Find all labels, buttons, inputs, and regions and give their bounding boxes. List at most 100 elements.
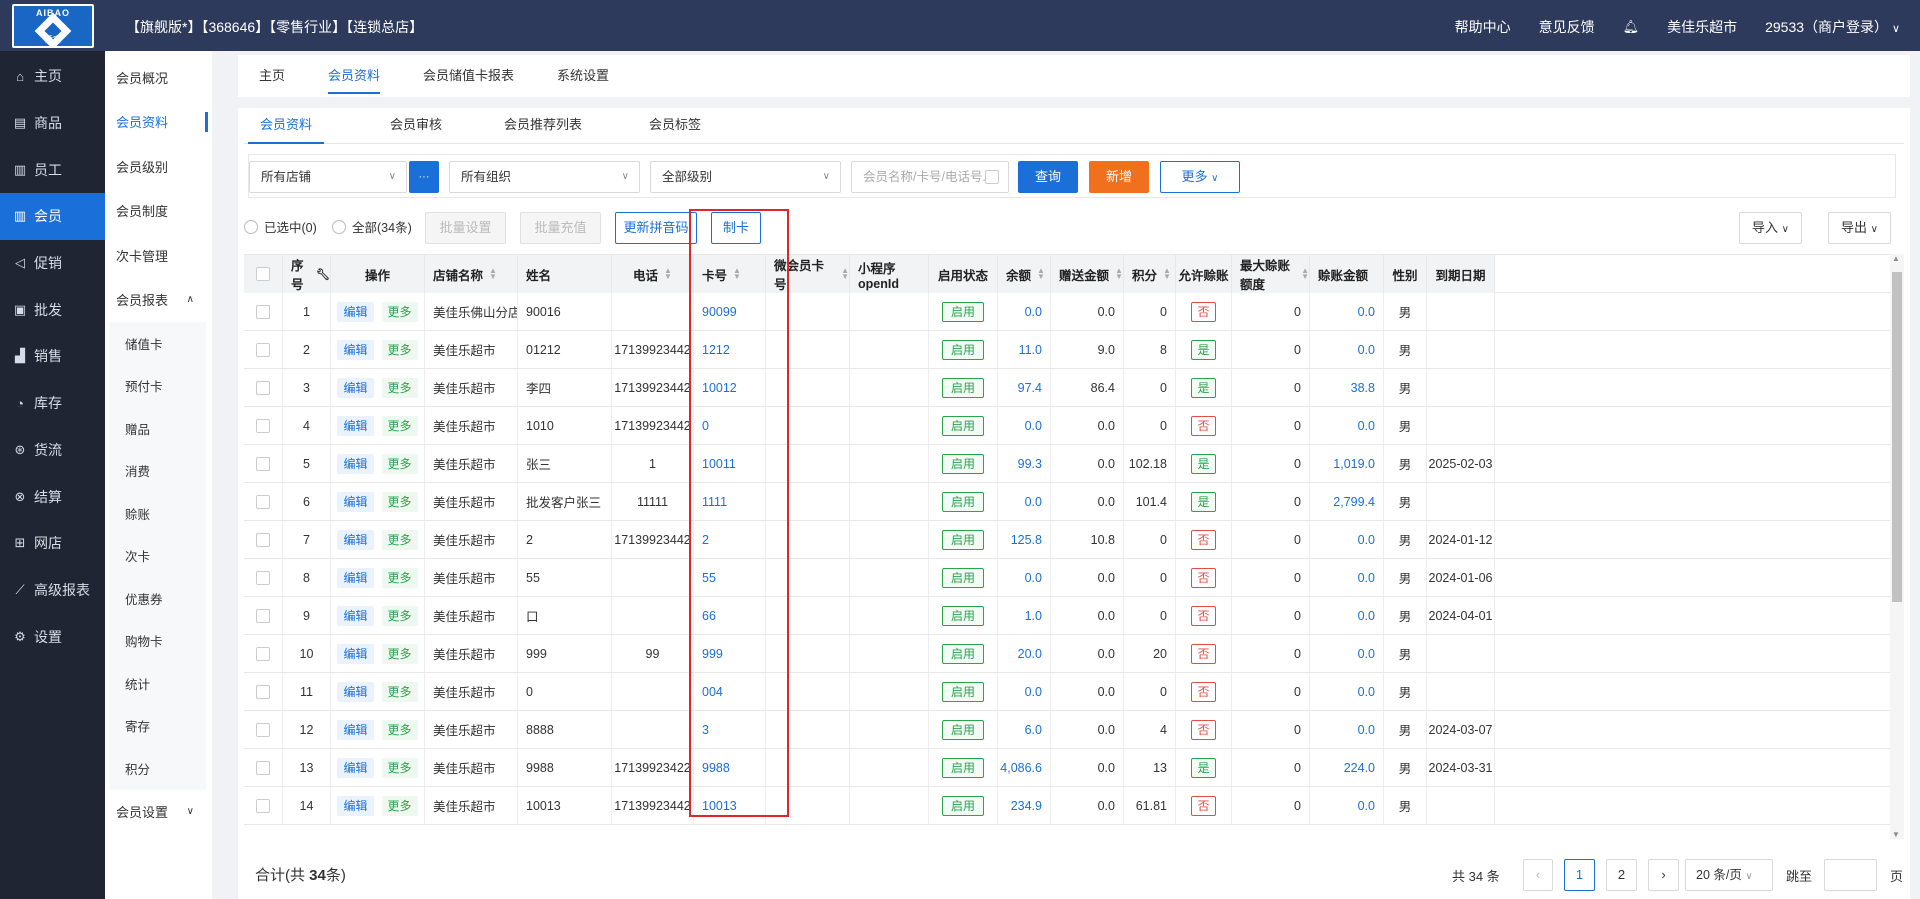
batch-settings-button[interactable]: 批量设置 xyxy=(425,212,506,244)
row-checkbox[interactable] xyxy=(244,673,283,710)
subnav-report-item[interactable]: 赊账 xyxy=(109,492,206,535)
edit-button[interactable]: 编辑 xyxy=(337,719,374,740)
prev-page-button[interactable]: ‹ xyxy=(1523,859,1553,891)
edit-button[interactable]: 编辑 xyxy=(337,339,374,360)
sidebar-item-goods[interactable]: ▤ 商品 xyxy=(0,100,105,147)
cell-balance[interactable]: 125.8 xyxy=(998,521,1051,558)
subnav-report-item[interactable]: 优惠券 xyxy=(109,577,206,620)
update-pinyin-button[interactable]: 更新拼音码 xyxy=(615,212,697,244)
cell-balance[interactable]: 0.0 xyxy=(998,407,1051,444)
edit-button[interactable]: 编辑 xyxy=(337,301,374,322)
edit-button[interactable]: 编辑 xyxy=(337,567,374,588)
goto-page-input[interactable] xyxy=(1824,859,1877,891)
column-header[interactable]: 赠送金额 ▲ ▼ xyxy=(1051,255,1124,293)
edit-button[interactable]: 编辑 xyxy=(337,529,374,550)
cell-card[interactable]: 9988 xyxy=(694,749,766,786)
more-button[interactable]: 更多 xyxy=(381,643,418,664)
cell-card[interactable]: 0 xyxy=(694,407,766,444)
wrench-icon[interactable]: 🔧︎ xyxy=(316,268,330,281)
account-menu[interactable]: 29533（商户登录） ∨ xyxy=(1765,17,1900,37)
cell-balance[interactable]: 234.9 xyxy=(998,787,1051,824)
sidebar-item-report[interactable]: ⟋ 高级报表 xyxy=(0,567,105,614)
page-size-select[interactable]: 20 条/页 ∨ xyxy=(1685,859,1773,891)
add-member-button[interactable]: 新增 xyxy=(1089,161,1149,193)
cell-credit-amt[interactable]: 224.0 xyxy=(1310,749,1384,786)
cell-credit-amt[interactable]: 1,019.0 xyxy=(1310,445,1384,482)
tab-home[interactable]: 主页 xyxy=(259,55,285,97)
column-header[interactable]: 电话 ▲ ▼ xyxy=(612,255,694,293)
subnav-report-item[interactable]: 储值卡 xyxy=(109,322,206,365)
more-button[interactable]: 更多 xyxy=(381,757,418,778)
more-actions-button[interactable]: 更多 ∨ xyxy=(1160,161,1240,193)
cell-credit-amt[interactable]: 0.0 xyxy=(1310,407,1384,444)
more-button[interactable]: 更多 xyxy=(381,605,418,626)
edit-button[interactable]: 编辑 xyxy=(337,795,374,816)
cell-balance[interactable]: 11.0 xyxy=(998,331,1051,368)
row-checkbox[interactable] xyxy=(244,559,283,596)
sidebar-item-member[interactable]: ▥ 会员 xyxy=(0,193,105,240)
cell-credit-amt[interactable]: 0.0 xyxy=(1310,711,1384,748)
sidebar-item-staff[interactable]: ▥ 员工 xyxy=(0,146,105,193)
row-checkbox[interactable] xyxy=(244,787,283,824)
sort-icon[interactable]: ▲ ▼ xyxy=(733,267,741,281)
level-select[interactable]: 全部级别 ∨ xyxy=(650,161,841,193)
more-button[interactable]: 更多 xyxy=(381,301,418,322)
sidebar-item-settlement[interactable]: ⊗ 结算 xyxy=(0,473,105,520)
row-checkbox[interactable] xyxy=(244,331,283,368)
more-button[interactable]: 更多 xyxy=(381,415,418,436)
cell-card[interactable]: 66 xyxy=(694,597,766,634)
row-checkbox[interactable] xyxy=(244,445,283,482)
store-select[interactable]: 所有店铺 ∨ xyxy=(249,161,407,193)
more-button[interactable]: 更多 xyxy=(381,795,418,816)
subtab-member-profile[interactable]: 会员资料 xyxy=(248,110,324,144)
subnav-member-level[interactable]: 会员级别 xyxy=(105,144,212,189)
subtab-member-review[interactable]: 会员审核 xyxy=(364,110,468,143)
cell-credit-amt[interactable]: 0.0 xyxy=(1310,521,1384,558)
batch-recharge-button[interactable]: 批量充值 xyxy=(520,212,601,244)
column-header[interactable]: 积分 ▲ ▼ xyxy=(1124,255,1176,293)
cell-card[interactable]: 55 xyxy=(694,559,766,596)
cell-card[interactable]: 1111 xyxy=(694,483,766,520)
cell-credit-amt[interactable]: 0.0 xyxy=(1310,597,1384,634)
subnav-report-item[interactable]: 购物卡 xyxy=(109,619,206,662)
subnav-member-system[interactable]: 会员制度 xyxy=(105,189,212,234)
cell-card[interactable]: 1212 xyxy=(694,331,766,368)
column-header[interactable]: 最大赊账额度 ▲ ▼ xyxy=(1232,255,1310,293)
sidebar-item-home[interactable]: ⌂ 主页 xyxy=(0,53,105,100)
more-button[interactable]: 更多 xyxy=(381,339,418,360)
sort-icon[interactable]: ▲ ▼ xyxy=(1163,267,1171,281)
sort-icon[interactable]: ▲ ▼ xyxy=(489,267,497,281)
bell-icon[interactable]: 🔔︎ xyxy=(1623,19,1640,35)
cell-card[interactable]: 10013 xyxy=(694,787,766,824)
edit-button[interactable]: 编辑 xyxy=(337,415,374,436)
row-checkbox[interactable] xyxy=(244,369,283,406)
subnav-report-item[interactable]: 积分 xyxy=(109,747,206,790)
cell-card[interactable]: 3 xyxy=(694,711,766,748)
make-card-button[interactable]: 制卡 xyxy=(711,212,761,244)
more-button[interactable]: 更多 xyxy=(381,453,418,474)
row-checkbox[interactable] xyxy=(244,521,283,558)
more-button[interactable]: 更多 xyxy=(381,567,418,588)
sort-icon[interactable]: ▲ ▼ xyxy=(664,267,672,281)
cell-credit-amt[interactable]: 0.0 xyxy=(1310,331,1384,368)
cell-credit-amt[interactable]: 0.0 xyxy=(1310,559,1384,596)
tab-stored-value-report[interactable]: 会员储值卡报表 xyxy=(423,55,514,97)
query-button[interactable]: 查询 xyxy=(1018,161,1078,193)
page-1-button[interactable]: 1 xyxy=(1564,859,1595,891)
subtab-member-tags[interactable]: 会员标签 xyxy=(620,110,730,143)
all-radio[interactable]: 全部(34条) xyxy=(332,217,412,236)
store-name[interactable]: 美佳乐超市 xyxy=(1667,17,1737,37)
sidebar-item-shop[interactable]: ⊞ 网店 xyxy=(0,520,105,567)
feedback-link[interactable]: 意见反馈 xyxy=(1539,17,1595,37)
tab-system-settings[interactable]: 系统设置 xyxy=(557,55,609,97)
sort-icon[interactable]: ▲ ▼ xyxy=(1037,267,1045,281)
subnav-member-profile[interactable]: 会员资料 xyxy=(105,100,212,145)
cell-card[interactable]: 004 xyxy=(694,673,766,710)
subnav-member-overview[interactable]: 会员概况 xyxy=(105,55,212,100)
sidebar-item-sales[interactable]: ▟ 销售 xyxy=(0,333,105,380)
sidebar-item-wholesale[interactable]: ▣ 批发 xyxy=(0,286,105,333)
more-button[interactable]: 更多 xyxy=(381,491,418,512)
row-checkbox[interactable] xyxy=(244,749,283,786)
more-button[interactable]: 更多 xyxy=(381,681,418,702)
sidebar-item-inventory[interactable]: ◔ 库存 xyxy=(0,380,105,427)
